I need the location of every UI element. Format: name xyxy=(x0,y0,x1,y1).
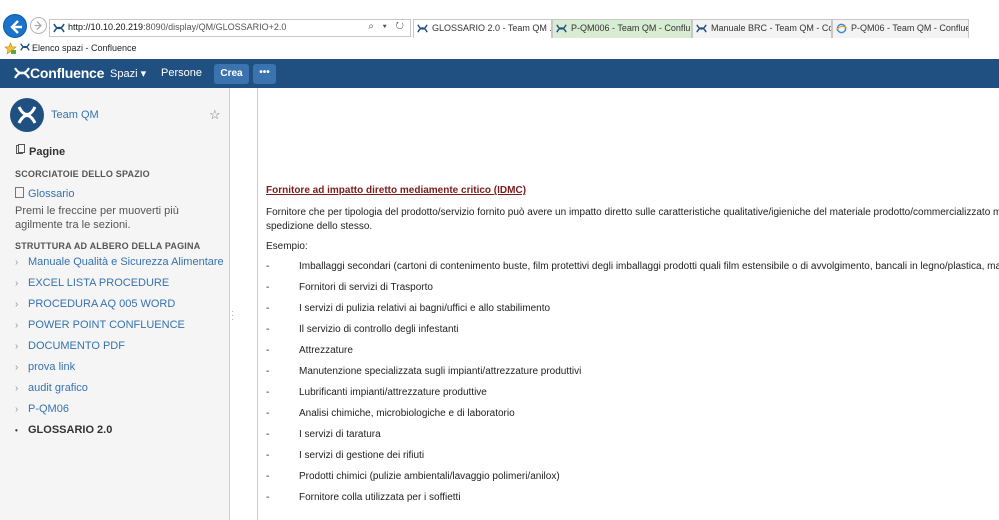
sidebar-resize-handle[interactable]: · · · xyxy=(231,307,234,325)
address-bar[interactable]: http://10.10.20.219:8090/display/QM/GLOS… xyxy=(49,19,411,37)
tree-item-excel[interactable]: › EXCEL LISTA PROCEDURE xyxy=(15,277,225,298)
space-logo-icon xyxy=(17,106,37,124)
favorites-bar: Elenco spazi - Confluence xyxy=(0,40,999,59)
glossary-term: Fornitore ad impatto diretto mediamente … xyxy=(266,185,527,196)
pages-link[interactable]: Pagine xyxy=(15,144,65,158)
space-name[interactable]: Team QM xyxy=(51,109,99,121)
tree-item-pdf[interactable]: › DOCUMENTO PDF xyxy=(15,340,225,361)
content-divider xyxy=(257,88,258,520)
tree-item-audit[interactable]: › audit grafico xyxy=(15,382,225,403)
favourite-star-icon[interactable]: ☆ xyxy=(209,107,221,123)
page-content: Fornitore ad impatto diretto mediamente … xyxy=(266,88,999,520)
space-sidebar: Team QM ☆ Pagine SCORCIATOIE DELLO SPAZI… xyxy=(0,88,230,520)
address-tools[interactable]: ⌕ ▾ ↻ xyxy=(368,21,407,32)
shortcut-glossario[interactable]: Glossario xyxy=(15,187,74,200)
confluence-favicon-icon xyxy=(20,43,30,51)
tab-p-qm06[interactable]: P-QM06 - Team QM - Conflue... xyxy=(832,19,969,38)
page-tree: › Manuale Qualità e Sicurezza Alimentare … xyxy=(15,256,225,445)
expand-caret-icon[interactable]: › xyxy=(15,383,28,394)
confluence-favicon-icon xyxy=(556,24,567,33)
favorites-star-icon[interactable] xyxy=(4,42,17,55)
tree-item-manuale[interactable]: › Manuale Qualità e Sicurezza Alimentare xyxy=(15,256,225,277)
tree-item-powerpoint[interactable]: › POWER POINT CONFLUENCE xyxy=(15,319,225,340)
create-button[interactable]: Crea xyxy=(214,64,249,84)
forward-button[interactable] xyxy=(30,17,47,34)
space-avatar[interactable] xyxy=(10,98,44,132)
forward-arrow-icon xyxy=(34,21,42,30)
confluence-favicon-icon xyxy=(417,24,428,33)
tab-glossario[interactable]: GLOSSARIO 2.0 - Team QM ...✕ xyxy=(413,19,552,38)
pages-icon xyxy=(16,144,25,154)
expand-caret-icon[interactable]: › xyxy=(15,257,28,268)
confluence-favicon-icon xyxy=(53,23,65,33)
expand-caret-icon[interactable]: › xyxy=(15,404,28,415)
tree-item-procedura[interactable]: › PROCEDURA AQ 005 WORD xyxy=(15,298,225,319)
tab-p-qm006[interactable]: P-QM006 - Team QM - Conflu... xyxy=(552,19,692,38)
browser-chrome: http://10.10.20.219:8090/display/QM/GLOS… xyxy=(0,0,999,40)
confluence-favicon-icon xyxy=(696,24,707,33)
expand-caret-icon[interactable]: › xyxy=(15,341,28,352)
favorite-link-spaces[interactable]: Elenco spazi - Confluence xyxy=(20,42,137,53)
shortcuts-heading: SCORCIATOIE DELLO SPAZIO xyxy=(15,169,150,179)
expand-caret-icon[interactable]: › xyxy=(15,320,28,331)
ie-favicon-icon xyxy=(836,23,847,34)
tree-item-prova-link[interactable]: › prova link xyxy=(15,361,225,382)
current-bullet-icon: • xyxy=(15,426,18,435)
spaces-menu[interactable]: Spazi ▾ xyxy=(110,67,146,80)
back-arrow-icon xyxy=(10,20,22,34)
confluence-header: Confluence Spazi ▾ Persone Crea ••• xyxy=(0,59,999,88)
url-text: http://10.10.20.219:8090/display/QM/GLOS… xyxy=(68,22,287,32)
confluence-logo-icon xyxy=(14,67,30,79)
expand-caret-icon[interactable]: › xyxy=(15,299,28,310)
back-button[interactable] xyxy=(3,14,27,38)
expand-caret-icon[interactable]: › xyxy=(15,278,28,289)
page-tree-heading: STRUTTURA AD ALBERO DELLA PAGINA xyxy=(15,241,201,251)
example-label: Esempio: xyxy=(266,241,308,252)
confluence-logo[interactable]: Confluence xyxy=(14,65,104,81)
tab-manuale-brc[interactable]: Manuale BRC - Team QM - Co... xyxy=(692,19,832,38)
expand-caret-icon[interactable]: › xyxy=(15,362,28,373)
tab-strip: GLOSSARIO 2.0 - Team QM ...✕ P-QM006 - T… xyxy=(413,19,969,38)
more-create-button[interactable]: ••• xyxy=(253,64,276,84)
term-definition: Fornitore che per tipologia del prodotto… xyxy=(266,207,999,232)
people-link[interactable]: Persone xyxy=(161,67,202,79)
shortcut-hint: Premi le freccine per muoverti più agilm… xyxy=(15,205,179,231)
tree-item-p-qm06[interactable]: › P-QM06 xyxy=(15,403,225,424)
tree-item-glossario-current[interactable]: • GLOSSARIO 2.0 xyxy=(15,424,225,445)
document-icon xyxy=(15,187,24,198)
